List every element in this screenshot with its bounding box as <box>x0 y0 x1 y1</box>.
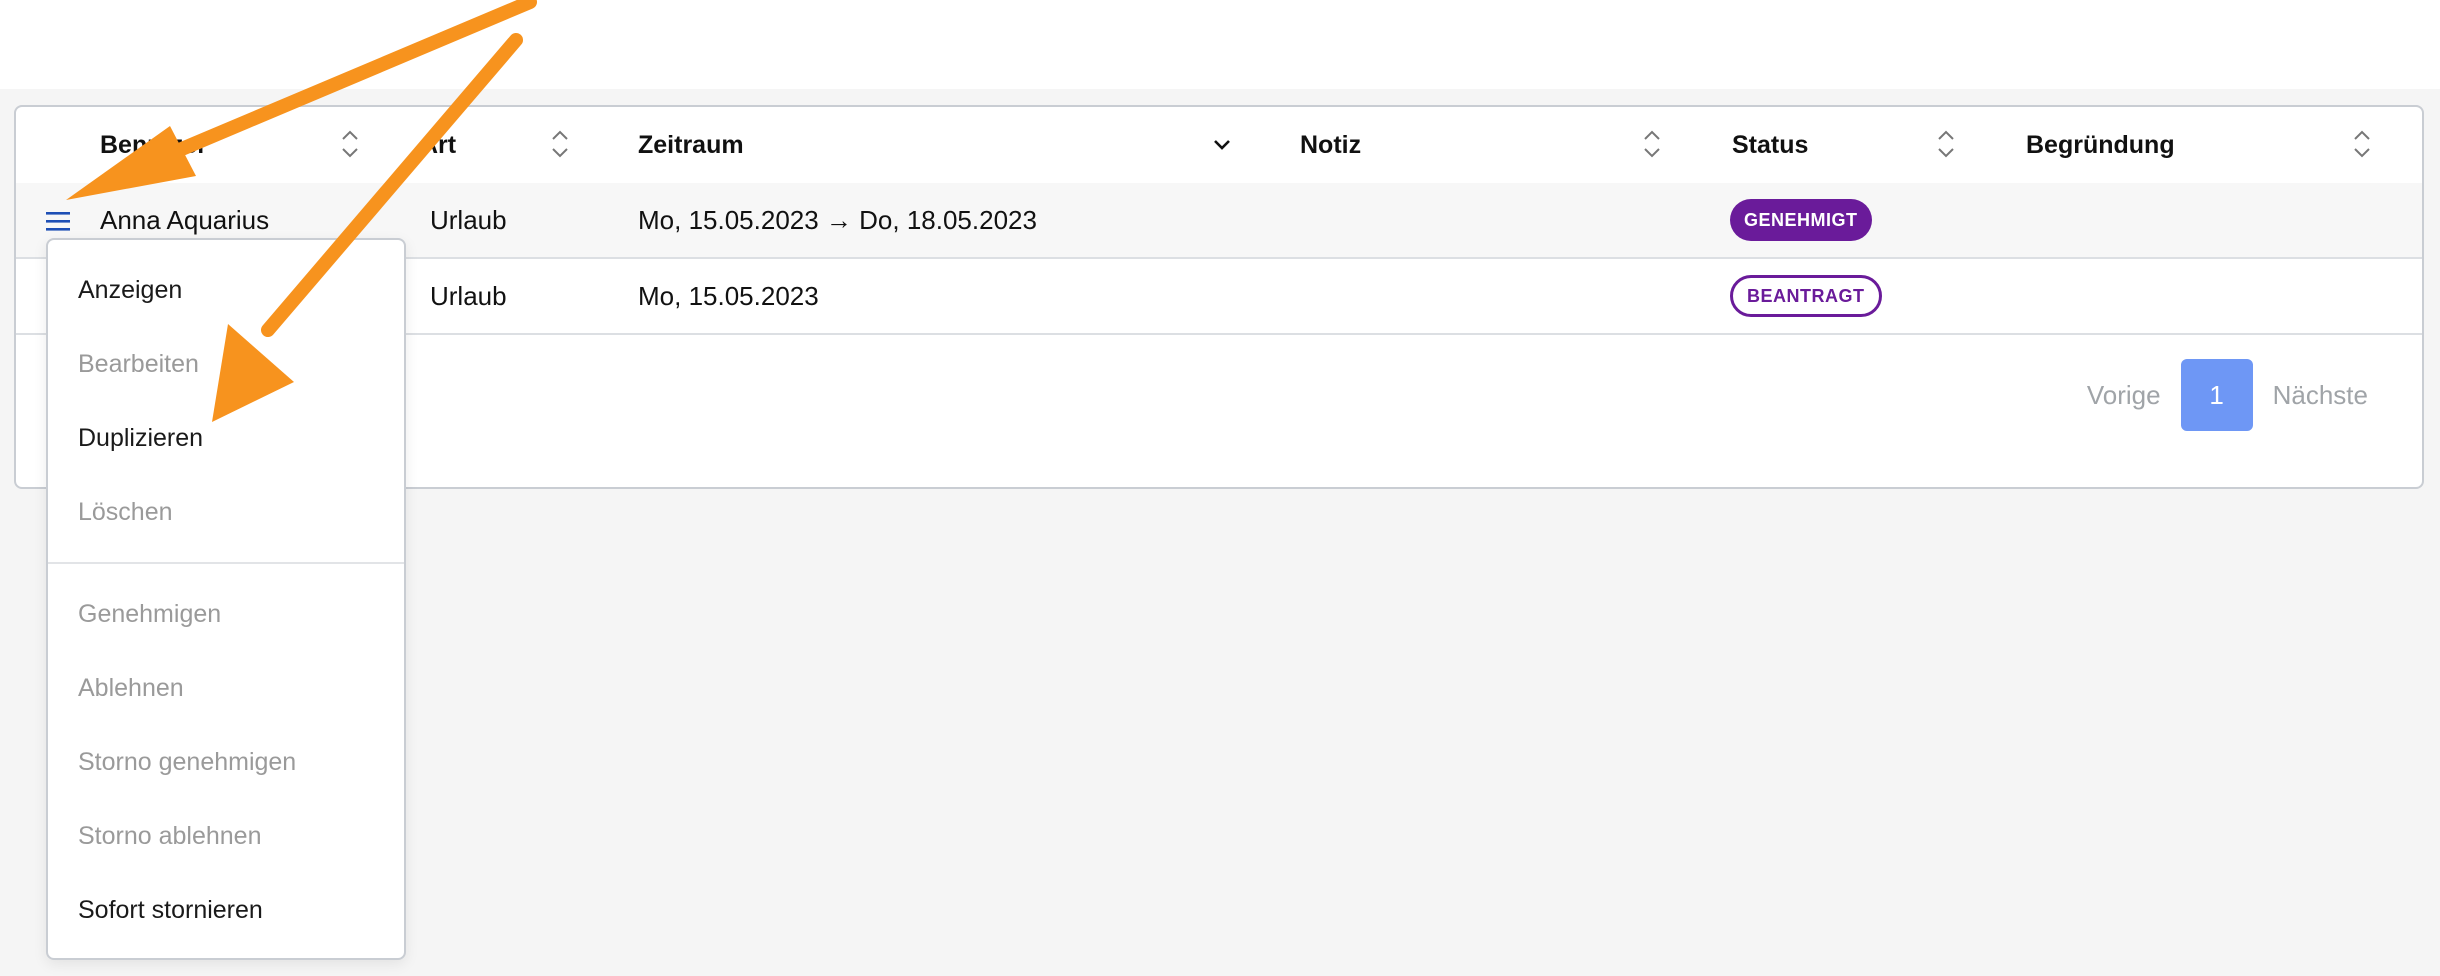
sort-icon[interactable] <box>1936 127 1956 161</box>
hamburger-menu-icon[interactable] <box>44 209 72 233</box>
previous-page-button[interactable]: Vorige <box>2067 380 2181 411</box>
menu-item-anzeigen[interactable]: Anzeigen <box>78 276 182 305</box>
next-page-button[interactable]: Nächste <box>2253 380 2388 411</box>
cell-art: Urlaub <box>430 281 507 311</box>
column-header-begruendung[interactable]: Begründung <box>2026 131 2175 160</box>
cell-zeitraum: Mo, 15.05.2023 <box>638 281 819 311</box>
sort-icon[interactable] <box>340 127 360 161</box>
column-header-notiz[interactable]: Notiz <box>1300 131 1361 160</box>
column-header-art[interactable]: Art <box>420 131 456 160</box>
menu-item-sofort-stornieren[interactable]: Sofort stornieren <box>78 896 263 925</box>
menu-item-loeschen[interactable]: Löschen <box>78 498 173 527</box>
chevron-down-icon[interactable] <box>1212 127 1232 161</box>
cell-art: Urlaub <box>430 205 507 235</box>
sort-icon[interactable] <box>2352 127 2372 161</box>
column-header-benutzer[interactable]: Benutzer <box>100 131 207 160</box>
page-button-current[interactable]: 1 <box>2180 359 2253 431</box>
status-badge: BEANTRAGT <box>1730 275 1882 317</box>
top-bar <box>0 0 2440 89</box>
cell-user: Anna Aquarius <box>100 205 270 235</box>
column-header-zeitraum[interactable]: Zeitraum <box>638 131 744 160</box>
row-action-menu: Anzeigen Bearbeiten Duplizieren Löschen … <box>46 238 406 960</box>
sort-icon[interactable] <box>550 127 570 161</box>
table-header: Benutzer Art Zeitraum Notiz Status Begrü… <box>16 107 2422 185</box>
menu-item-duplizieren[interactable]: Duplizieren <box>78 424 203 453</box>
menu-item-ablehnen[interactable]: Ablehnen <box>78 674 184 703</box>
menu-item-genehmigen[interactable]: Genehmigen <box>78 600 221 629</box>
menu-divider <box>48 562 404 564</box>
status-badge: GENEHMIGT <box>1730 199 1872 241</box>
cell-zeitraum: Mo, 15.05.2023 → Do, 18.05.2023 <box>638 205 1037 235</box>
column-header-status[interactable]: Status <box>1732 131 1808 160</box>
sort-icon[interactable] <box>1642 127 1662 161</box>
menu-item-storno-genehmigen[interactable]: Storno genehmigen <box>78 748 296 777</box>
menu-item-storno-ablehnen[interactable]: Storno ablehnen <box>78 822 261 851</box>
pagination: Vorige 1 Nächste <box>2067 359 2388 431</box>
menu-item-bearbeiten[interactable]: Bearbeiten <box>78 350 199 379</box>
